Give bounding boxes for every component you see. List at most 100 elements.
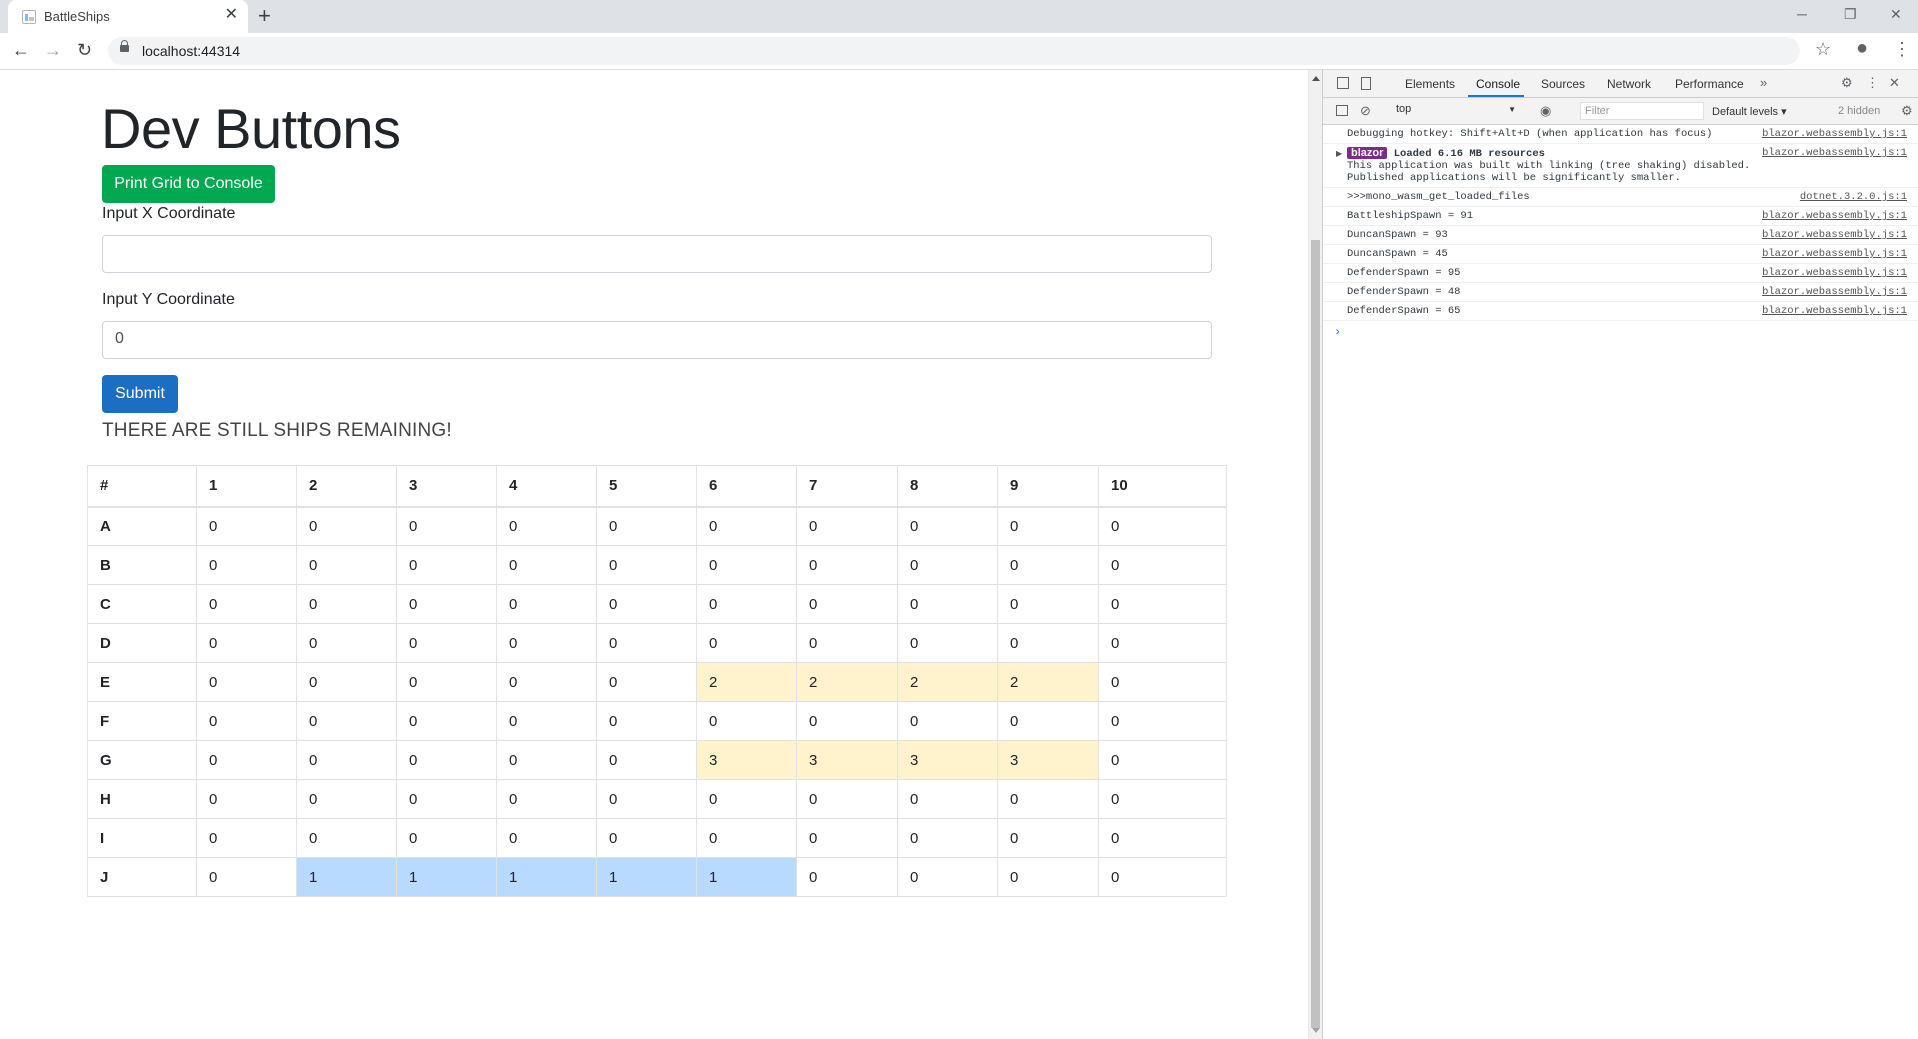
- console-message: DuncanSpawn = 93 blazor.webassembly.js:1: [1323, 226, 1918, 245]
- grid-row-label: B: [87, 545, 197, 585]
- scroll-down-icon[interactable]: [1312, 1028, 1320, 1033]
- x-coordinate-input[interactable]: [102, 235, 1212, 273]
- console-message: ▶ blazor Loaded 6.16 MB resources This app…: [1323, 144, 1918, 188]
- live-expression-eye-icon[interactable]: ◉: [1540, 104, 1551, 118]
- grid-cell: 0: [997, 818, 1099, 858]
- grid-cell: 0: [897, 506, 998, 546]
- more-tabs-icon[interactable]: »: [1760, 76, 1767, 90]
- grid-row: I0000000000: [87, 818, 1227, 858]
- scroll-up-icon[interactable]: [1312, 76, 1320, 81]
- grid-header-cell: 2: [296, 465, 397, 508]
- grid-cell: 0: [696, 584, 797, 624]
- grid-cell: 0: [596, 506, 697, 546]
- console-source-link[interactable]: dotnet.3.2.0.js:1: [1800, 191, 1907, 203]
- grid-row-label: G: [87, 740, 197, 780]
- address-bar[interactable]: localhost:44314: [108, 37, 1800, 65]
- grid-cell: 0: [496, 545, 597, 585]
- maximize-button[interactable]: ❐: [1844, 6, 1857, 23]
- tab-close-icon[interactable]: ✕: [225, 7, 238, 23]
- bookmark-star-icon[interactable]: ☆: [1815, 39, 1831, 60]
- context-select[interactable]: top ▼: [1396, 103, 1526, 119]
- console-prompt[interactable]: ›: [1323, 321, 1918, 339]
- grid-cell: 0: [496, 623, 597, 663]
- console-source-link[interactable]: blazor.webassembly.js:1: [1762, 286, 1907, 298]
- grid-cell: 0: [596, 740, 697, 780]
- blazor-badge: blazor: [1347, 147, 1388, 159]
- console-settings-gear-icon[interactable]: ⚙: [1901, 104, 1913, 118]
- console-source-link[interactable]: blazor.webassembly.js:1: [1762, 210, 1907, 222]
- grid-cell: 0: [997, 545, 1099, 585]
- minimize-button[interactable]: ─: [1797, 6, 1807, 22]
- grid-cell: 0: [796, 779, 898, 819]
- grid-row-label: A: [87, 506, 197, 546]
- grid-cell: 0: [196, 779, 297, 819]
- grid-cell: 0: [796, 818, 898, 858]
- grid-cell: 0: [1098, 818, 1227, 858]
- scrollbar-thumb[interactable]: [1311, 240, 1320, 1028]
- console-filter-input[interactable]: Filter: [1580, 102, 1704, 120]
- print-grid-button[interactable]: Print Grid to Console: [102, 165, 275, 203]
- log-levels-select[interactable]: Default levels ▾: [1712, 105, 1787, 118]
- grid-header-cell: 3: [396, 465, 497, 508]
- browser-menu-icon[interactable]: ⋮: [1893, 39, 1911, 60]
- devtools-tab-bar: Elements Console Sources Network Perform…: [1323, 70, 1918, 98]
- grid-cell: 2: [696, 662, 797, 702]
- profile-icon[interactable]: ●: [1856, 37, 1868, 60]
- tab-elements[interactable]: Elements: [1405, 77, 1455, 91]
- grid-cell: 3: [696, 740, 797, 780]
- settings-gear-icon[interactable]: ⚙: [1841, 76, 1853, 90]
- grid-cell: 0: [396, 701, 497, 741]
- device-toolbar-icon[interactable]: [1361, 77, 1371, 90]
- grid-cell: 0: [997, 857, 1099, 897]
- grid-cell: 3: [997, 740, 1099, 780]
- reload-icon[interactable]: ↻: [77, 40, 92, 60]
- grid-cell: 0: [196, 506, 297, 546]
- x-coordinate-label: Input X Coordinate: [102, 205, 236, 222]
- grid-header-cell: 1: [196, 465, 297, 508]
- grid-cell: 0: [196, 662, 297, 702]
- grid-header-cell: 9: [997, 465, 1099, 508]
- console-sidebar-icon[interactable]: [1336, 105, 1348, 116]
- grid-cell: 0: [696, 545, 797, 585]
- console-source-link[interactable]: blazor.webassembly.js:1: [1762, 128, 1907, 140]
- grid-header-row: # 1 2 3 4 5 6 7 8 9 10: [87, 465, 1227, 508]
- grid-cell: 0: [296, 662, 397, 702]
- lock-icon: [120, 40, 129, 52]
- page-scrollbar[interactable]: [1308, 70, 1322, 1039]
- forward-icon[interactable]: →: [44, 40, 62, 60]
- grid-cell: 0: [997, 506, 1099, 546]
- inspect-element-icon[interactable]: [1337, 77, 1349, 89]
- console-source-link[interactable]: blazor.webassembly.js:1: [1762, 229, 1907, 241]
- grid-cell: 0: [396, 662, 497, 702]
- grid-cell: 0: [596, 584, 697, 624]
- console-source-link[interactable]: blazor.webassembly.js:1: [1762, 248, 1907, 260]
- expand-triangle-icon[interactable]: ▶: [1336, 149, 1342, 161]
- grid-row-label: E: [87, 662, 197, 702]
- window-close-button[interactable]: ✕: [1890, 6, 1902, 23]
- grid-cell: 2: [796, 662, 898, 702]
- console-source-link[interactable]: blazor.webassembly.js:1: [1762, 147, 1907, 159]
- context-value: top: [1396, 103, 1412, 115]
- console-message-text: Loaded 6.16 MB resources: [1393, 148, 1545, 160]
- console-source-link[interactable]: blazor.webassembly.js:1: [1762, 305, 1907, 317]
- console-message-text: DuncanSpawn = 45: [1347, 248, 1448, 260]
- browser-tab[interactable]: BattleShips ✕: [8, 0, 248, 33]
- clear-console-icon[interactable]: ⊘: [1360, 104, 1371, 118]
- tab-network[interactable]: Network: [1607, 77, 1651, 91]
- back-icon[interactable]: ←: [12, 40, 30, 60]
- tab-performance[interactable]: Performance: [1675, 77, 1744, 91]
- new-tab-button[interactable]: +: [258, 4, 271, 28]
- y-coordinate-input[interactable]: 0: [102, 321, 1212, 359]
- grid-cell: 0: [396, 506, 497, 546]
- active-tab-indicator: [1468, 95, 1524, 97]
- devtools-menu-icon[interactable]: ⋮: [1866, 76, 1879, 90]
- console-source-link[interactable]: blazor.webassembly.js:1: [1762, 267, 1907, 279]
- tab-console[interactable]: Console: [1476, 77, 1520, 91]
- devtools-close-icon[interactable]: ✕: [1889, 76, 1900, 90]
- grid-cell: 0: [1098, 506, 1227, 546]
- grid-cell: 0: [796, 701, 898, 741]
- hidden-messages-count: 2 hidden: [1838, 105, 1881, 117]
- grid-cell: 3: [796, 740, 898, 780]
- tab-sources[interactable]: Sources: [1541, 77, 1585, 91]
- submit-button[interactable]: Submit: [102, 375, 178, 413]
